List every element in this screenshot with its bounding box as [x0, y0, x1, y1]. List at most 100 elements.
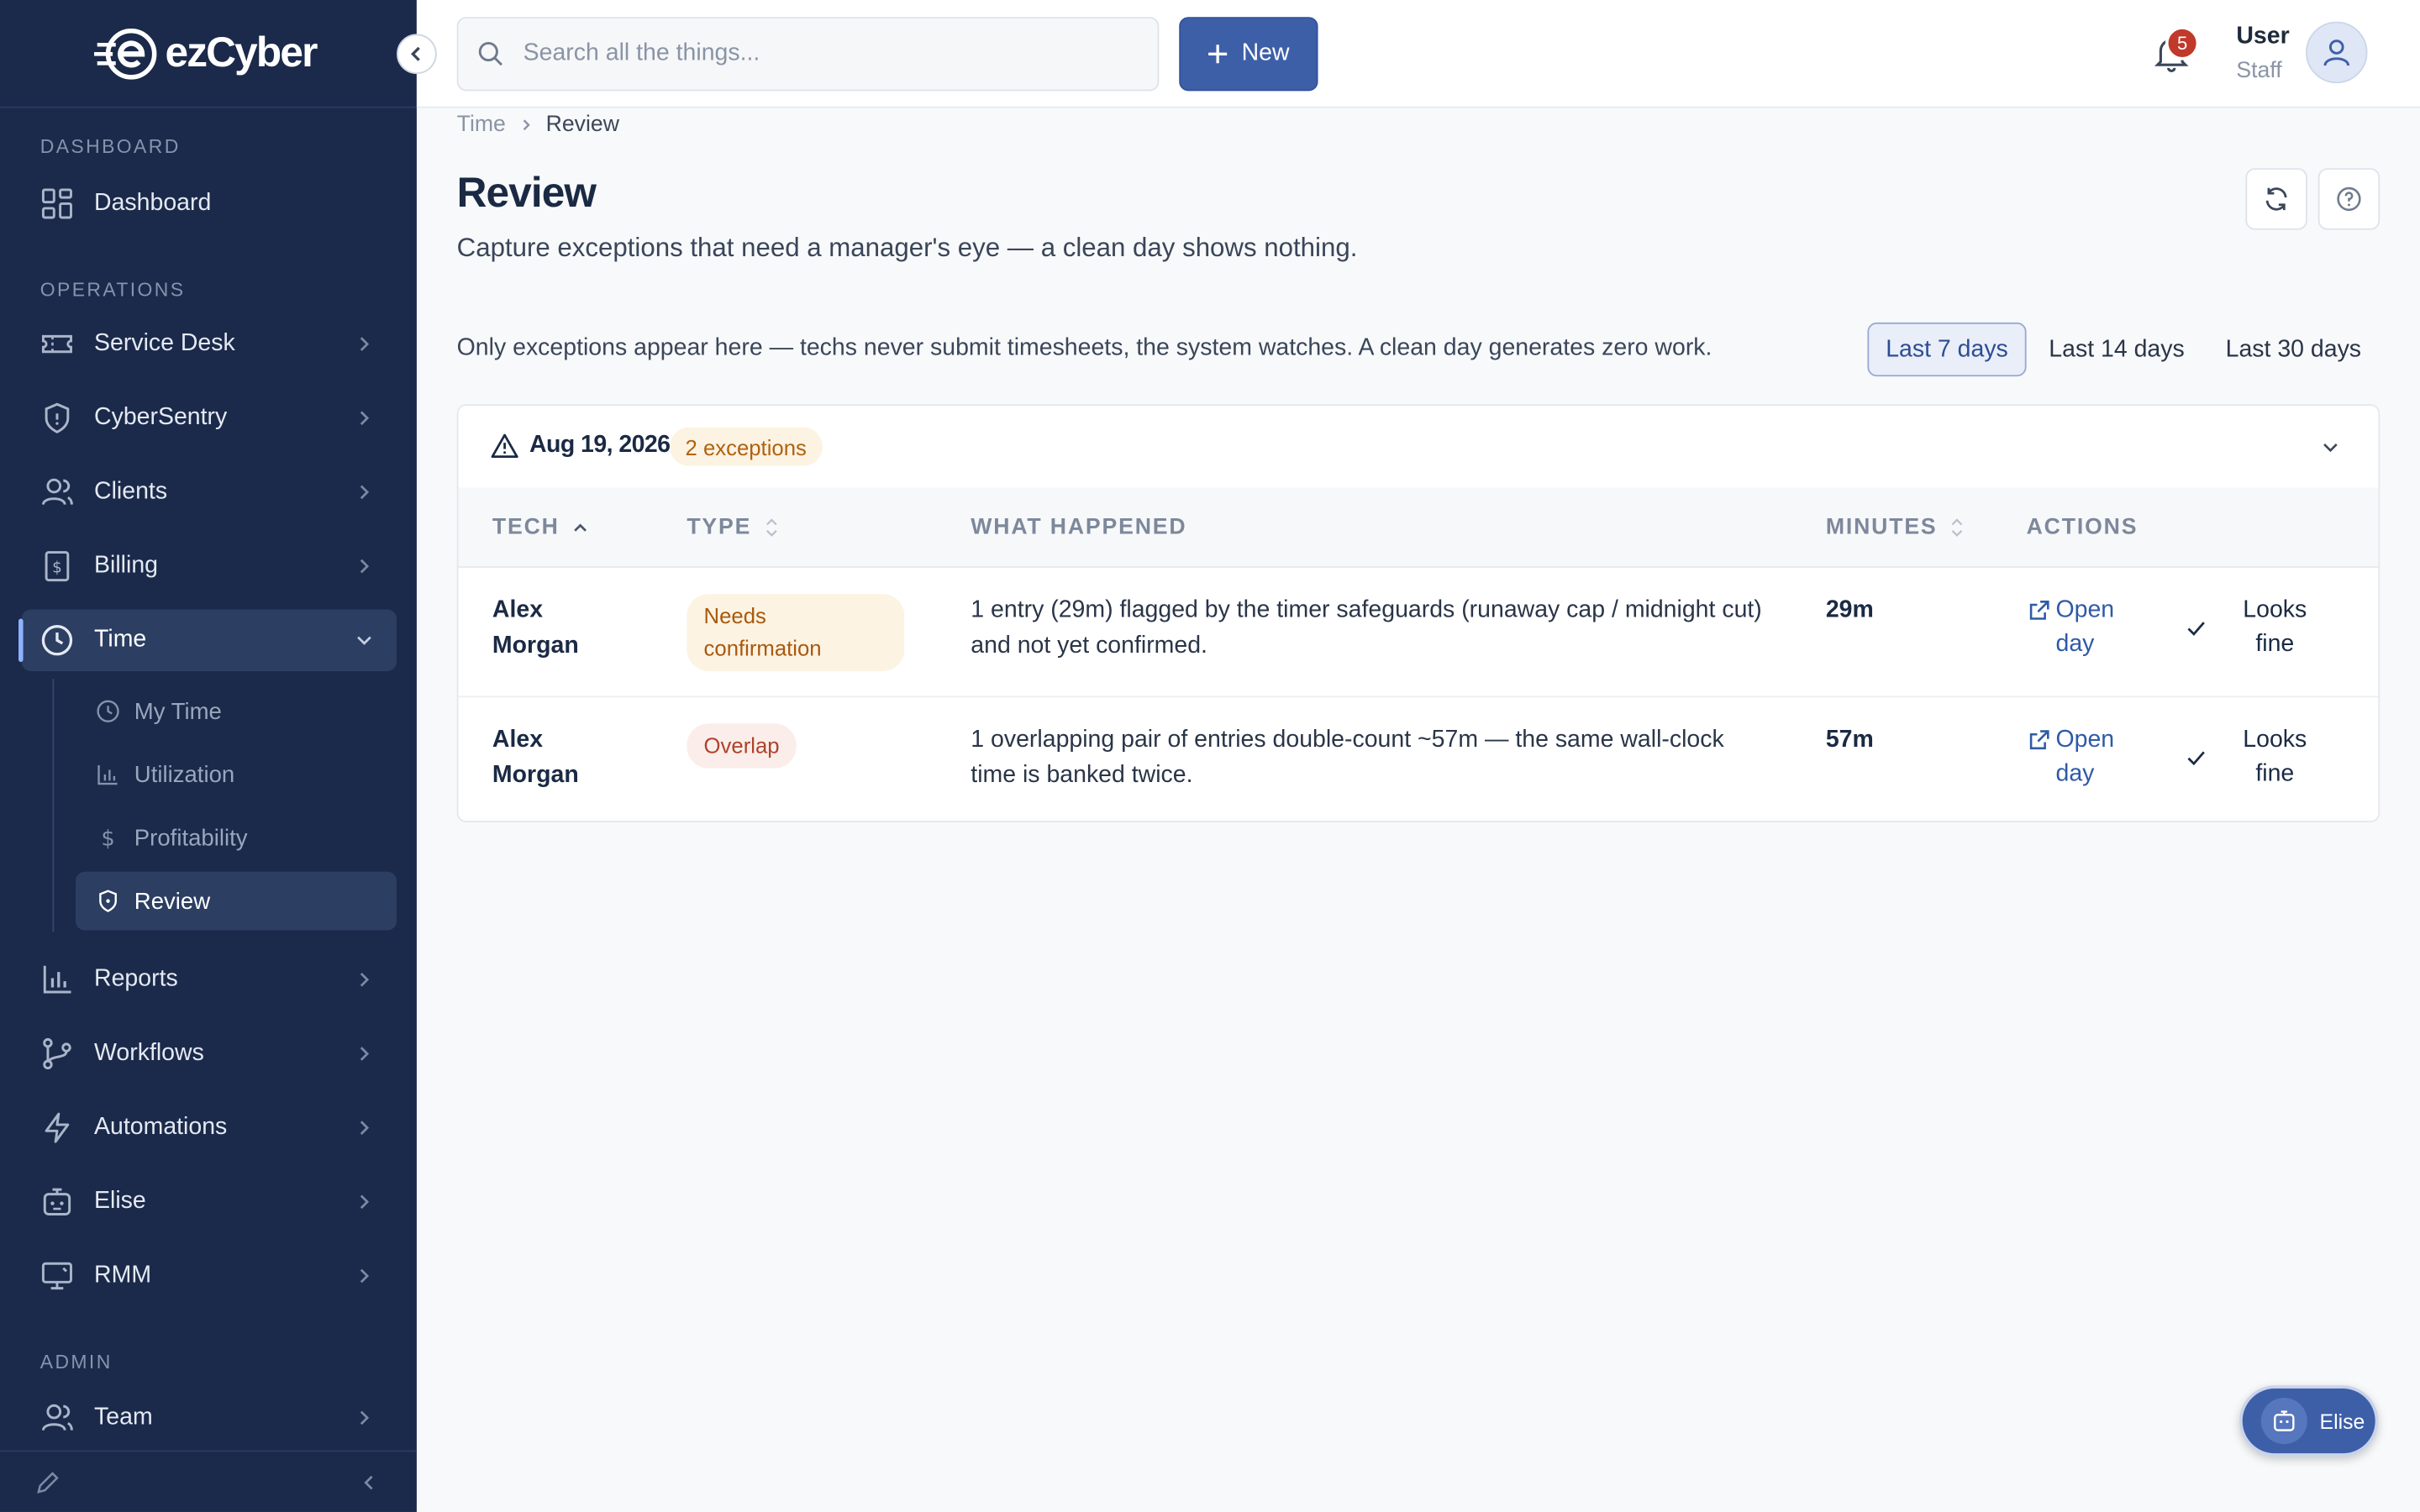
chevron-right-icon: [360, 1268, 370, 1284]
sidebar-subitem-label: My Time: [134, 698, 222, 725]
brand-logo[interactable]: ezCyber: [93, 24, 318, 82]
ticket-icon: [40, 327, 74, 360]
open-day-link[interactable]: Open day: [2027, 723, 2115, 791]
sidebar-item-label: Clients: [94, 478, 168, 505]
refresh-button[interactable]: [2245, 168, 2307, 230]
chevron-right-icon: [360, 337, 370, 351]
tech-last-name: Morgan: [492, 632, 579, 659]
what-line: time is banked twice.: [971, 761, 1193, 788]
type-badge-overlap: Overlap: [687, 723, 797, 769]
chevron-right-icon: [360, 485, 370, 500]
avatar[interactable]: [2306, 21, 2368, 84]
group-header[interactable]: Aug 19, 2026 2 exceptions: [458, 406, 2379, 488]
sidebar-item-service-desk[interactable]: Service Desk: [22, 313, 397, 375]
sidebar-subitem-review[interactable]: Review: [75, 871, 397, 931]
section-operations-label: OPERATIONS: [39, 279, 186, 302]
sidebar-item-label: Dashboard: [94, 189, 212, 217]
column-tech[interactable]: TECH: [492, 515, 591, 540]
sidebar-item-automations[interactable]: Automations: [22, 1097, 397, 1158]
receipt-icon: $: [40, 549, 74, 583]
breadcrumb-time[interactable]: Time: [457, 113, 506, 137]
new-button[interactable]: New: [1179, 17, 1318, 92]
sidebar-item-label: Reports: [94, 965, 178, 992]
what-happened-text: 1 overlapping pair of entries double-cou…: [971, 723, 1773, 793]
open-day-label: day: [2055, 760, 2095, 787]
external-link-icon: [2029, 730, 2049, 750]
sidebar-item-clients[interactable]: Clients: [22, 461, 397, 522]
sidebar-item-workflows[interactable]: Workflows: [22, 1023, 397, 1084]
sidebar-item-label: RMM: [94, 1262, 152, 1289]
sidebar-item-label: Billing: [94, 552, 159, 579]
what-line: and not yet confirmed.: [971, 632, 1207, 659]
new-button-label: New: [1241, 39, 1290, 66]
looks-fine-label: Looks: [2243, 727, 2307, 753]
logo-mark-icon: [93, 28, 157, 79]
bar-chart-icon: [96, 762, 120, 786]
sidebar-collapse-button[interactable]: [397, 34, 437, 75]
bot-icon: [40, 1185, 74, 1219]
refresh-icon: [2265, 187, 2287, 211]
pencil-icon[interactable]: [34, 1470, 60, 1496]
chevron-left-icon[interactable]: [358, 1472, 380, 1494]
tech-name: Alex Morgan: [492, 723, 579, 793]
table-header: TECH TYPE WHAT HAPPENED MINUTES ACTIONS: [458, 487, 2379, 568]
sidebar-item-dashboard[interactable]: Dashboard: [22, 173, 397, 234]
looks-fine-label: fine: [2255, 631, 2295, 658]
sidebar-item-elise[interactable]: Elise: [22, 1171, 397, 1232]
check-icon: [2187, 622, 2205, 636]
looks-fine-button[interactable]: Looks fine: [2233, 594, 2317, 662]
column-minutes-label: MINUTES: [1825, 515, 1938, 540]
type-badge-needs-confirmation: Needs confirmation: [687, 594, 905, 671]
branch-icon: [40, 1037, 74, 1070]
sidebar-item-reports[interactable]: Reports: [22, 949, 397, 1011]
chevron-right-icon: [360, 559, 370, 574]
sidebar-subitem-label: Utilization: [134, 761, 235, 788]
column-tech-label: TECH: [492, 515, 560, 540]
brand-name: ezCyber: [165, 29, 318, 76]
elise-chat-button[interactable]: Elise: [2239, 1385, 2379, 1457]
column-what-happened: WHAT HAPPENED: [971, 515, 1186, 539]
sidebar-item-billing[interactable]: $ Billing: [22, 535, 397, 596]
monitor-icon: [40, 1259, 74, 1293]
column-type[interactable]: TYPE: [687, 515, 779, 540]
tech-first-name: Alex: [492, 727, 544, 753]
clock-icon: [40, 623, 74, 657]
section-admin-label: ADMIN: [39, 1351, 113, 1373]
sidebar-subitem-profitability[interactable]: $ Profitability: [76, 808, 397, 867]
sidebar-item-label: Automations: [94, 1114, 228, 1141]
info-text: Only exceptions appear here — techs neve…: [456, 334, 1712, 361]
bar-chart-icon: [40, 963, 74, 996]
column-actions-label: ACTIONS: [2026, 515, 2139, 540]
bot-icon: [2260, 1398, 2307, 1445]
looks-fine-button[interactable]: Looks fine: [2233, 723, 2317, 791]
sidebar-subitem-my-time[interactable]: My Time: [76, 682, 397, 741]
sidebar-item-team[interactable]: Team: [22, 1387, 397, 1448]
chevron-down-icon[interactable]: [2320, 437, 2342, 459]
breadcrumb: Time Review: [457, 113, 619, 137]
sidebar: ezCyber DASHBOARD Dashboard OPERATIONS S…: [0, 0, 437, 1512]
logo-row: ezCyber: [0, 0, 437, 108]
sidebar-item-label: CyberSentry: [94, 404, 228, 431]
shield-icon: [96, 889, 120, 913]
exception-group-card: Aug 19, 2026 2 exceptions TECH TYPE WHAT…: [456, 404, 2381, 822]
search-box[interactable]: [456, 17, 1160, 92]
range-last-7-days[interactable]: Last 7 days: [1867, 322, 2027, 377]
sidebar-subitem-utilization[interactable]: Utilization: [76, 745, 397, 804]
open-day-link[interactable]: Open day: [2027, 594, 2114, 662]
type-line: Needs: [703, 603, 766, 628]
column-minutes[interactable]: MINUTES: [1825, 515, 1965, 540]
sidebar-item-time[interactable]: Time: [18, 609, 397, 671]
sidebar-item-rmm[interactable]: RMM: [22, 1245, 397, 1306]
help-button[interactable]: [2317, 168, 2381, 230]
tech-first-name: Alex: [492, 596, 544, 624]
dollar-icon: $: [96, 826, 120, 851]
range-last-30-days[interactable]: Last 30 days: [2212, 323, 2375, 376]
type-line: confirmation: [703, 635, 822, 661]
user-role: Staff: [2236, 58, 2282, 84]
open-day-label: Open: [2055, 727, 2115, 753]
range-last-14-days[interactable]: Last 14 days: [2037, 323, 2196, 376]
search-input[interactable]: [523, 39, 1110, 68]
column-actions: ACTIONS: [2027, 515, 2139, 539]
sidebar-item-label: Service Desk: [94, 330, 235, 357]
sidebar-item-cybersentry[interactable]: CyberSentry: [22, 387, 397, 449]
